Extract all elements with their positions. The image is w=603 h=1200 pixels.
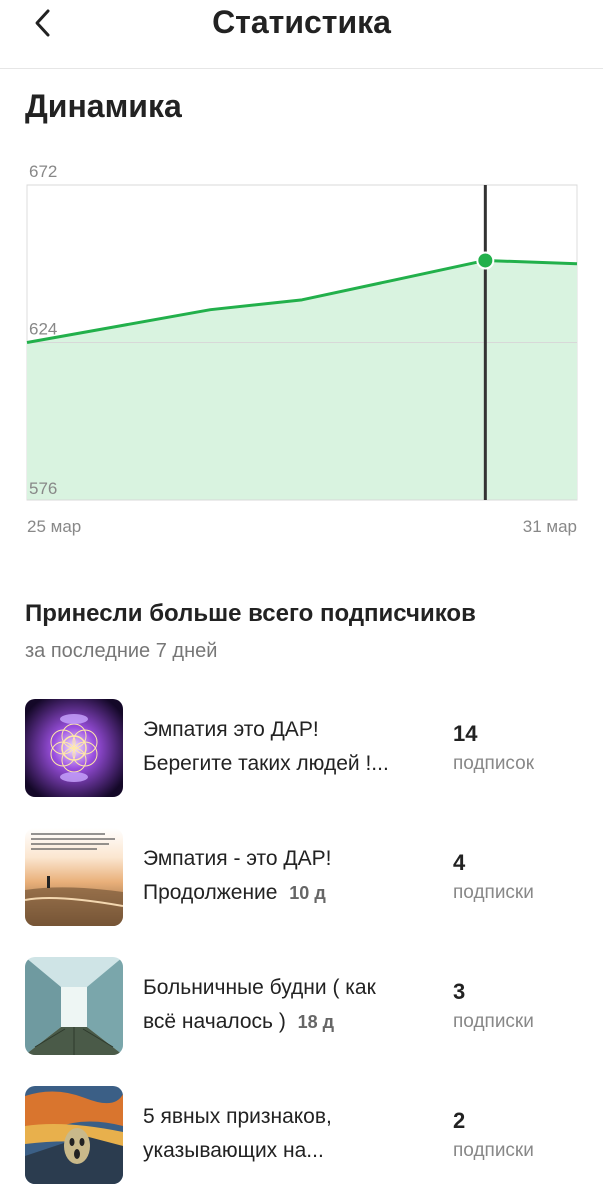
header: Статистика — [0, 0, 603, 69]
post-title[interactable]: 5 явных признаков, указывающих на... — [143, 1100, 433, 1168]
list-item[interactable]: 5 явных признаков, указывающих на... 2 п… — [25, 1086, 585, 1184]
post-title[interactable]: Эмпатия - это ДАР! Продолжение 10 д — [143, 842, 433, 910]
x-tick-label: 31 мар — [523, 517, 577, 536]
list-item[interactable]: Эмпатия - это ДАР! Продолжение 10 д 4 по… — [25, 828, 585, 926]
post-thumbnail — [25, 699, 123, 797]
dynamics-chart[interactable]: 672 624 576 25 мар 31 мар — [0, 150, 603, 550]
top-posts-period: за последние 7 дней — [25, 640, 218, 662]
chart-svg: 672 624 576 25 мар 31 мар — [26, 162, 578, 536]
subscriber-unit: подписок — [453, 753, 535, 774]
subscriber-count: 3 — [453, 979, 466, 1004]
y-tick-label: 672 — [29, 162, 57, 181]
subscriber-count: 14 — [453, 721, 478, 746]
post-thumbnail — [25, 1086, 123, 1184]
list-item[interactable]: Эмпатия это ДАР! Берегите таких людей !.… — [25, 699, 585, 797]
subscriber-unit: подписки — [453, 1011, 534, 1032]
post-title[interactable]: Больничные будни ( как всё началось ) 18… — [143, 971, 433, 1039]
top-posts-title: Принесли больше всего подписчиков — [25, 600, 476, 627]
x-tick-label: 25 мар — [27, 517, 81, 536]
subscriber-unit: подписки — [453, 1140, 534, 1161]
post-thumbnail — [25, 828, 123, 926]
post-age: 10 д — [289, 883, 326, 903]
list-item[interactable]: Больничные будни ( как всё началось ) 18… — [25, 957, 585, 1055]
dynamics-title: Динамика — [25, 88, 182, 124]
y-tick-label: 576 — [29, 479, 57, 498]
post-thumbnail — [25, 957, 123, 1055]
y-tick-label: 624 — [29, 320, 57, 339]
subscriber-count: 4 — [453, 850, 466, 875]
selected-point[interactable] — [476, 251, 495, 270]
post-age: 18 д — [297, 1012, 335, 1032]
subscriber-count: 2 — [453, 1108, 466, 1133]
post-title[interactable]: Эмпатия это ДАР! Берегите таких людей !.… — [143, 713, 433, 781]
subscriber-unit: подписки — [453, 882, 534, 903]
page-title: Статистика — [212, 4, 391, 40]
